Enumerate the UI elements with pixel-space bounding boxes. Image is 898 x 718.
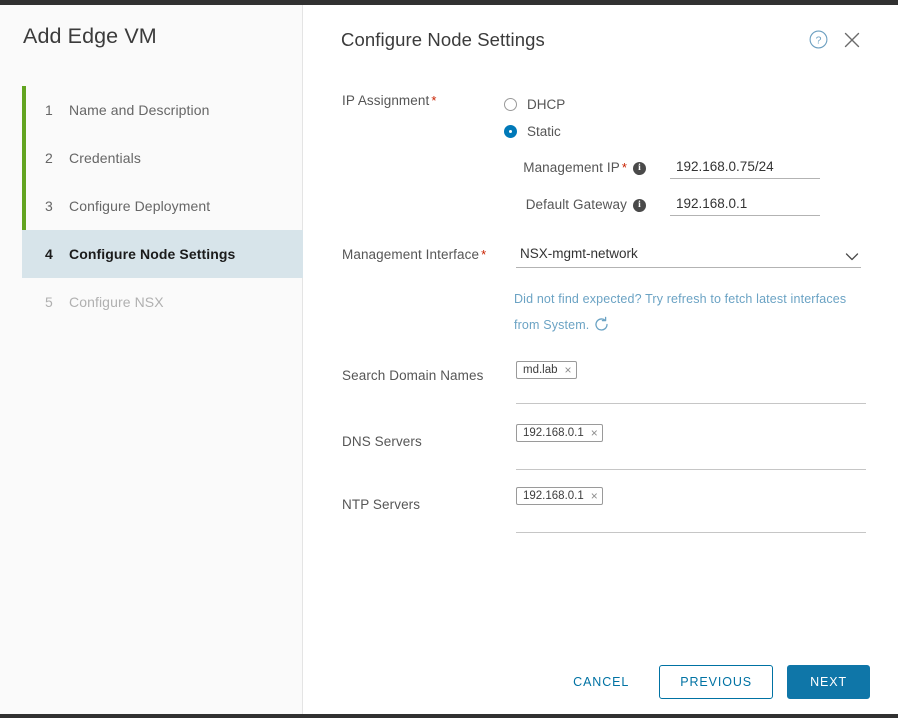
step-number: 1 xyxy=(45,102,53,118)
sidebar-step-configure-node-settings[interactable]: 4 Configure Node Settings xyxy=(22,230,303,278)
step-label: Configure Node Settings xyxy=(69,246,236,262)
token-label: 192.168.0.1 xyxy=(523,427,584,439)
wizard-sidebar: Add Edge VM 1 Name and Description 2 Cre… xyxy=(0,5,303,714)
step-number: 2 xyxy=(45,150,53,166)
panel-header: Configure Node Settings ? xyxy=(304,5,898,67)
refresh-hint-text: Did not find expected? Try refresh to fe… xyxy=(514,292,847,332)
svg-text:?: ? xyxy=(816,34,822,46)
page-title: Add Edge VM xyxy=(23,24,157,48)
token-chip[interactable]: 192.168.0.1 × xyxy=(516,424,603,442)
ip-assignment-label: IP Assignment * xyxy=(342,93,437,108)
chevron-down-icon[interactable] xyxy=(845,249,859,267)
step-label: Configure NSX xyxy=(69,294,164,310)
help-circle-icon[interactable]: ? xyxy=(808,29,829,50)
step-number: 3 xyxy=(45,198,53,214)
info-icon[interactable]: i xyxy=(633,198,646,212)
step-label: Credentials xyxy=(69,150,141,166)
default-gateway-input[interactable] xyxy=(670,194,820,216)
ip-assignment-radio-group[interactable]: DHCP Static xyxy=(504,91,565,145)
token-chip[interactable]: md.lab × xyxy=(516,361,577,379)
sidebar-step-configure-deployment[interactable]: 3 Configure Deployment xyxy=(22,182,303,230)
refresh-interfaces-hint[interactable]: Did not find expected? Try refresh to fe… xyxy=(514,286,874,342)
default-gateway-label: Default Gateway i xyxy=(506,197,646,212)
refresh-icon[interactable] xyxy=(593,316,610,342)
wizard-step-list: 1 Name and Description 2 Credentials 3 C… xyxy=(22,86,303,326)
info-icon[interactable]: i xyxy=(633,161,646,175)
management-interface-label: Management Interface * xyxy=(342,247,487,262)
token-label: 192.168.0.1 xyxy=(523,490,584,502)
management-ip-label: Management IP * i xyxy=(506,160,646,175)
search-domain-names-field[interactable]: md.lab × xyxy=(516,360,866,404)
cancel-button[interactable]: CANCEL xyxy=(557,667,645,697)
token-chip[interactable]: 192.168.0.1 × xyxy=(516,487,603,505)
radio-option-static[interactable]: Static xyxy=(504,118,565,145)
step-number: 4 xyxy=(45,246,53,262)
management-interface-value: NSX-mgmt-network xyxy=(520,246,638,261)
close-icon[interactable] xyxy=(841,29,863,51)
token-label: md.lab xyxy=(523,364,558,376)
search-domain-names-label: Search Domain Names xyxy=(342,368,484,383)
radio-dhcp-label: DHCP xyxy=(527,97,566,112)
wizard-footer: CANCEL PREVIOUS NEXT xyxy=(304,650,898,714)
window-bottom-edge xyxy=(0,714,898,718)
radio-option-dhcp[interactable]: DHCP xyxy=(504,91,565,118)
dns-servers-label: DNS Servers xyxy=(342,434,422,449)
required-marker: * xyxy=(621,160,627,175)
management-ip-input[interactable] xyxy=(670,157,820,179)
token-remove-icon[interactable]: × xyxy=(591,427,598,439)
required-marker: * xyxy=(481,247,487,262)
ntp-servers-label: NTP Servers xyxy=(342,497,421,512)
management-interface-select[interactable]: NSX-mgmt-network xyxy=(516,243,862,268)
step-label: Name and Description xyxy=(69,102,210,118)
dns-servers-field[interactable]: 192.168.0.1 × xyxy=(516,423,866,470)
ntp-servers-field[interactable]: 192.168.0.1 × xyxy=(516,486,866,533)
radio-dhcp-indicator[interactable] xyxy=(504,98,517,111)
sidebar-step-configure-nsx: 5 Configure NSX xyxy=(22,278,303,326)
token-remove-icon[interactable]: × xyxy=(591,490,598,502)
sidebar-step-name-and-description[interactable]: 1 Name and Description xyxy=(22,86,303,134)
step-number: 5 xyxy=(45,294,53,310)
step-label: Configure Deployment xyxy=(69,198,211,214)
add-edge-vm-wizard: Add Edge VM 1 Name and Description 2 Cre… xyxy=(0,0,898,718)
panel-title: Configure Node Settings xyxy=(341,29,545,50)
sidebar-step-credentials[interactable]: 2 Credentials xyxy=(22,134,303,182)
next-button[interactable]: NEXT xyxy=(787,665,870,699)
token-remove-icon[interactable]: × xyxy=(565,364,572,376)
radio-static-label: Static xyxy=(527,124,561,139)
configure-node-settings-panel: Configure Node Settings ? IP Assignment * xyxy=(304,5,898,714)
radio-static-indicator[interactable] xyxy=(504,125,517,138)
required-marker: * xyxy=(431,93,437,108)
previous-button[interactable]: PREVIOUS xyxy=(659,665,774,699)
